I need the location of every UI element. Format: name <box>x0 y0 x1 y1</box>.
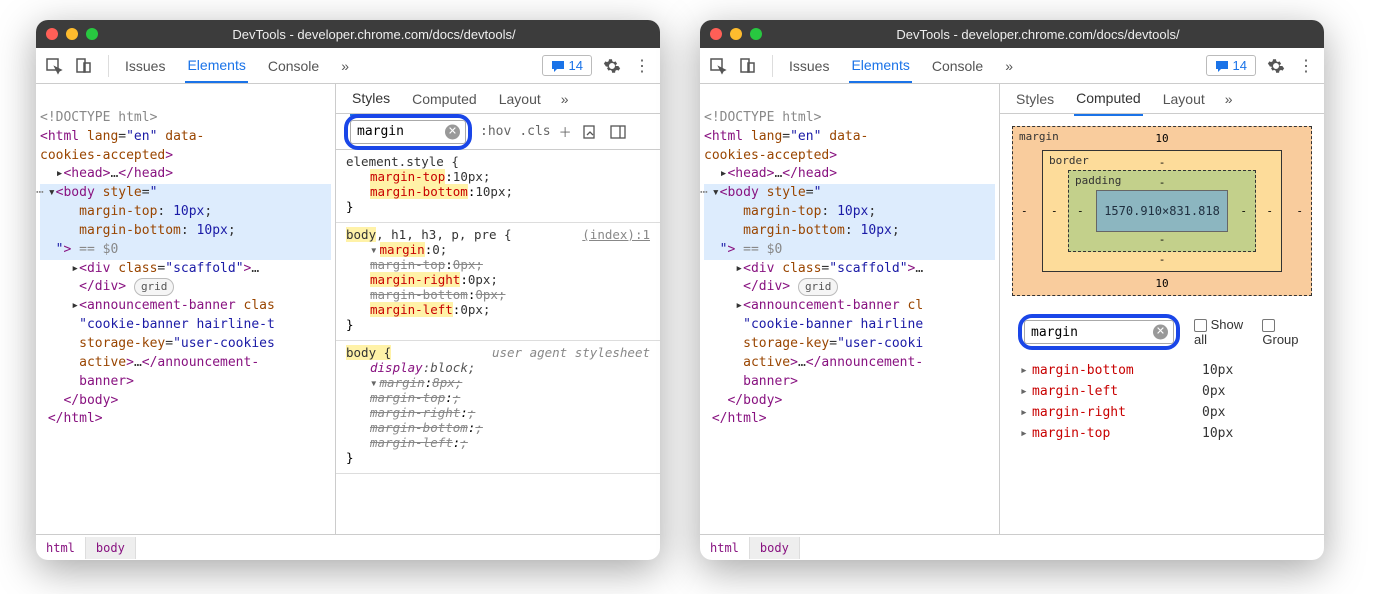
computed-sidebar: Styles Computed Layout » margin 10 10 - … <box>1000 84 1324 534</box>
clear-filter-icon[interactable]: ✕ <box>1153 325 1168 340</box>
more-tabs-icon[interactable]: » <box>339 50 351 82</box>
inspect-icon[interactable] <box>44 56 64 76</box>
device-icon[interactable] <box>74 56 94 76</box>
tab-elements[interactable]: Elements <box>849 49 911 83</box>
tab-issues[interactable]: Issues <box>787 50 831 82</box>
device-icon[interactable] <box>738 56 758 76</box>
close-icon[interactable] <box>710 28 722 40</box>
window-title: DevTools - developer.chrome.com/docs/dev… <box>762 27 1314 42</box>
filter-highlight: ✕ <box>344 114 472 150</box>
gear-icon[interactable] <box>602 56 622 76</box>
dom-tree[interactable]: <!DOCTYPE html> <html lang="en" data- co… <box>36 84 336 534</box>
maximize-icon[interactable] <box>86 28 98 40</box>
rule-element-style: element.style { margin-top: 10px; margin… <box>336 150 660 223</box>
tab-elements[interactable]: Elements <box>185 49 247 83</box>
hov-toggle[interactable]: :hov <box>480 124 511 139</box>
minimize-icon[interactable] <box>730 28 742 40</box>
devtools-window-styles: DevTools - developer.chrome.com/docs/dev… <box>36 20 660 560</box>
rule-body-ua: body {user agent stylesheet display: blo… <box>336 341 660 474</box>
crumb-html[interactable]: html <box>36 537 86 559</box>
computed-properties[interactable]: ▸margin-bottom10px ▸margin-left0px ▸marg… <box>1012 360 1312 444</box>
more-tabs-icon[interactable]: » <box>1003 50 1015 82</box>
computed-row: ▸margin-top10px <box>1012 423 1312 444</box>
styles-sidebar: Styles Computed Layout » ✕ :hov .cls ＋ e… <box>336 84 660 534</box>
subtab-computed[interactable]: Computed <box>1074 84 1143 116</box>
new-rule-icon[interactable]: ＋ <box>559 122 572 141</box>
main-toolbar: Issues Elements Console » 14 ⋮ <box>700 48 1324 84</box>
messages-badge[interactable]: 14 <box>542 55 592 76</box>
messages-badge[interactable]: 14 <box>1206 55 1256 76</box>
tab-issues[interactable]: Issues <box>123 50 167 82</box>
crumb-body[interactable]: body <box>86 537 136 559</box>
devtools-window-computed: DevTools - developer.chrome.com/docs/dev… <box>700 20 1324 560</box>
maximize-icon[interactable] <box>750 28 762 40</box>
more-subtabs-icon[interactable]: » <box>561 91 569 107</box>
titlebar[interactable]: DevTools - developer.chrome.com/docs/dev… <box>700 20 1324 48</box>
panel-toggle-icon[interactable] <box>608 122 628 142</box>
cls-toggle[interactable]: .cls <box>519 124 550 139</box>
rule-body-group: body, h1, h3, p, pre {(index):1 ▾margin:… <box>336 223 660 341</box>
kebab-icon[interactable]: ⋮ <box>1296 56 1316 76</box>
subtab-styles[interactable]: Styles <box>1014 84 1056 115</box>
computed-row: ▸margin-left0px <box>1012 381 1312 402</box>
box-model-content[interactable]: 1570.910×831.818 <box>1096 190 1228 232</box>
group-checkbox[interactable]: Group <box>1262 317 1306 347</box>
tab-console[interactable]: Console <box>266 50 321 82</box>
breadcrumb[interactable]: html body <box>700 534 1324 560</box>
styles-rules[interactable]: element.style { margin-top: 10px; margin… <box>336 150 660 534</box>
tab-console[interactable]: Console <box>930 50 985 82</box>
styles-filterbar: ✕ :hov .cls ＋ <box>336 114 660 150</box>
grid-badge[interactable]: grid <box>798 278 839 296</box>
box-model[interactable]: margin 10 10 - - border - - - - padd <box>1012 126 1312 296</box>
window-title: DevTools - developer.chrome.com/docs/dev… <box>98 27 650 42</box>
subtab-layout[interactable]: Layout <box>497 84 543 115</box>
inspect-icon[interactable] <box>708 56 728 76</box>
minimize-icon[interactable] <box>66 28 78 40</box>
computed-filter-input[interactable] <box>1024 320 1174 344</box>
subtab-layout[interactable]: Layout <box>1161 84 1207 115</box>
dom-tree[interactable]: <!DOCTYPE html> <html lang="en" data- co… <box>700 84 1000 534</box>
grid-badge[interactable]: grid <box>134 278 175 296</box>
filter-highlight: ✕ <box>1018 314 1180 350</box>
titlebar[interactable]: DevTools - developer.chrome.com/docs/dev… <box>36 20 660 48</box>
subtab-computed[interactable]: Computed <box>410 84 479 115</box>
clear-filter-icon[interactable]: ✕ <box>445 124 460 139</box>
computed-row: ▸margin-bottom10px <box>1012 360 1312 381</box>
close-icon[interactable] <box>46 28 58 40</box>
kebab-icon[interactable]: ⋮ <box>632 56 652 76</box>
breadcrumb[interactable]: html body <box>36 534 660 560</box>
main-toolbar: Issues Elements Console » 14 ⋮ <box>36 48 660 84</box>
crumb-html[interactable]: html <box>700 537 750 559</box>
gear-icon[interactable] <box>1266 56 1286 76</box>
computed-row: ▸margin-right0px <box>1012 402 1312 423</box>
showall-checkbox[interactable]: Show all <box>1194 317 1248 347</box>
subtab-styles[interactable]: Styles <box>350 84 392 116</box>
device-brush-icon[interactable] <box>580 122 600 142</box>
more-subtabs-icon[interactable]: » <box>1225 91 1233 107</box>
crumb-body[interactable]: body <box>750 537 800 559</box>
